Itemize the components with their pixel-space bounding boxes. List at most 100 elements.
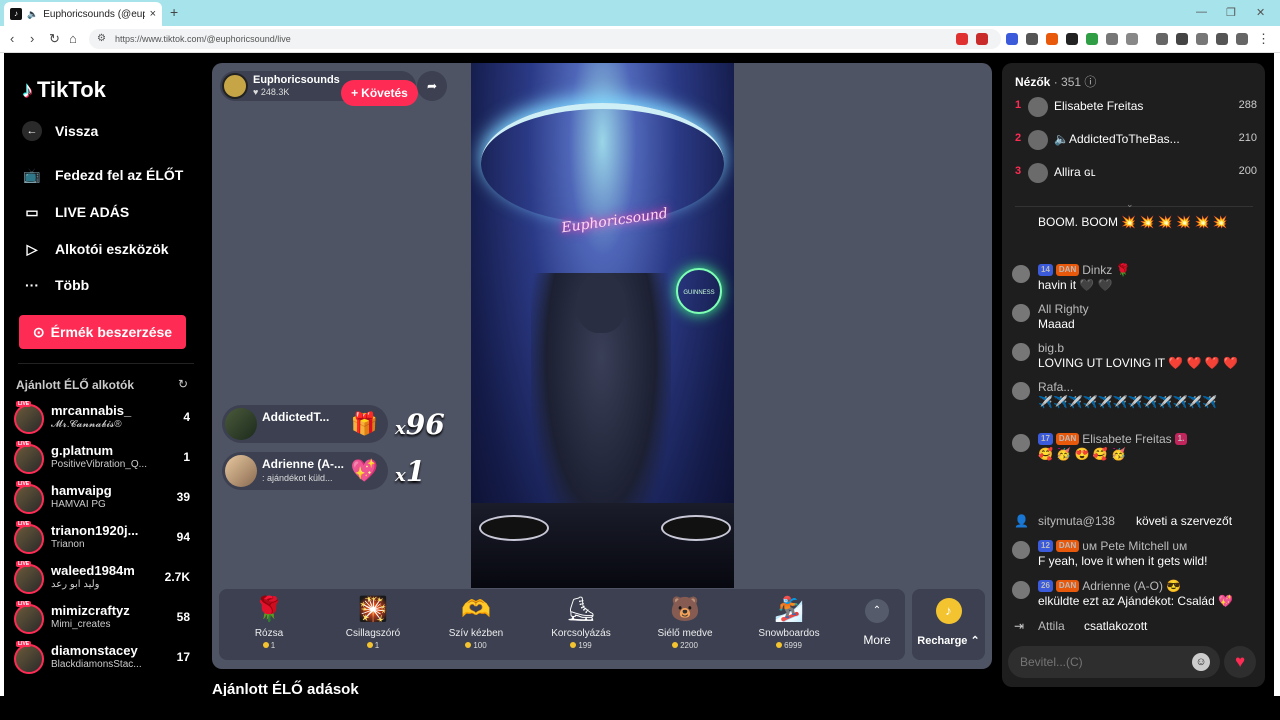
chat-avatar[interactable] xyxy=(1012,265,1030,283)
like-heart-button[interactable]: ♥ xyxy=(1224,646,1256,678)
top-viewer-row[interactable]: 1 Elisabete Freitas 288 xyxy=(1012,94,1257,120)
logo-text: TikTok xyxy=(37,77,106,102)
back-label: Vissza xyxy=(55,123,99,139)
tiktok-logo[interactable]: ♪ TikTok xyxy=(22,77,106,103)
taskbar-gap xyxy=(0,696,1280,720)
back-link[interactable]: ← Vissza xyxy=(22,121,98,141)
extension-color-icon[interactable] xyxy=(1086,33,1098,45)
extension-a-icon[interactable] xyxy=(976,33,988,45)
new-tab-button[interactable]: + xyxy=(170,4,178,20)
nav-label: Több xyxy=(55,277,90,293)
sidebar-toggle-icon[interactable] xyxy=(1176,33,1188,45)
chat-username[interactable]: Rafa... xyxy=(1038,380,1073,394)
creator-name: mrcannabis_ xyxy=(51,403,132,418)
chat-username[interactable]: All Righty xyxy=(1038,302,1089,316)
downloads-icon[interactable] xyxy=(1216,33,1228,45)
creator-item[interactable]: LIVE mrcannabis_ 𝓜𝓻.𝓒𝓪𝓷𝓷𝓪𝓫𝓲𝓼® 4 xyxy=(14,401,194,437)
level-badge: 17 xyxy=(1038,433,1053,445)
screenshot-icon[interactable] xyxy=(1196,33,1208,45)
extension-tool-icon[interactable] xyxy=(1026,33,1038,45)
gift-bar: 🌹 Rózsa 1 🎇 Csillagszóró 1 🫶 Szív kézben 100 ⛸ Kor… xyxy=(219,589,905,660)
extension-shield-icon[interactable] xyxy=(956,33,968,45)
extension-puzzle-icon[interactable] xyxy=(1106,33,1118,45)
nav-more[interactable]: ··· Több xyxy=(22,275,89,295)
follow-button[interactable]: + Követés xyxy=(341,80,418,106)
creator-viewer-count: 17 xyxy=(176,650,190,664)
combo-count: 96 xyxy=(405,408,445,441)
browser-tab[interactable]: ♪ 🔈 Euphoricsounds (@euphoricso × xyxy=(4,2,162,26)
emoji-icon[interactable]: ☺ xyxy=(1192,653,1210,671)
viewers-header[interactable]: Nézők · 351 ⓘ xyxy=(1015,73,1096,90)
get-coins-button[interactable]: ⊙ Érmék beszerzése xyxy=(19,315,186,349)
suggested-creators-title: Ajánlott ÉLŐ alkotók xyxy=(16,378,135,392)
chat-avatar[interactable] xyxy=(1012,541,1030,559)
live-video[interactable]: Euphoricsound GUINNESS xyxy=(471,63,734,588)
creator-name: mimizcraftyz xyxy=(51,603,130,618)
creator-item[interactable]: LIVE mimizcraftyz Mimi_creates 58 xyxy=(14,601,194,637)
gift-item[interactable]: 🏂 Snowboardos 6999 xyxy=(741,595,837,655)
profile-icon[interactable] xyxy=(1236,33,1248,45)
minimize-button[interactable]: — xyxy=(1196,6,1207,18)
expand-chevron-icon[interactable]: ⌄ xyxy=(1126,199,1134,210)
share-button[interactable]: ➦ xyxy=(417,71,447,101)
top-viewer-row[interactable]: 2 🔈AddictedToTheBas... 210 xyxy=(1012,127,1257,153)
extension-dark-icon[interactable] xyxy=(1066,33,1078,45)
creator-viewer-count: 2.7K xyxy=(164,570,190,584)
tab-close-icon[interactable]: × xyxy=(150,8,156,20)
chat-avatar[interactable] xyxy=(1012,304,1030,322)
extension-translate-icon[interactable] xyxy=(1006,33,1018,45)
url-field[interactable]: ⚙ https://www.tiktok.com/@euphoricsound/… xyxy=(89,29,1001,49)
creator-item[interactable]: LIVE diamonstacey BlackdiamonsStac... 17 xyxy=(14,641,194,677)
chat-text: 🥰 🥳 😍 🥰 🥳 xyxy=(1038,447,1127,461)
chat-username[interactable]: Elisabete Freitas xyxy=(1082,432,1171,446)
nav-explore-live[interactable]: 📺 Fedezd fel az ÉLŐT xyxy=(22,165,183,185)
close-window-button[interactable]: ✕ xyxy=(1256,6,1265,19)
chat-avatar[interactable] xyxy=(1012,434,1030,452)
divider xyxy=(18,363,194,364)
event-user[interactable]: Attila xyxy=(1038,619,1065,633)
gift-item[interactable]: 🎇 Csillagszóró 1 xyxy=(325,595,421,655)
chevron-up-icon: ⌃ xyxy=(970,635,980,647)
creator-item[interactable]: LIVE trianon1920j... Trianon 94 xyxy=(14,521,194,557)
creator-item[interactable]: LIVE g.platnum PositiveVibration_Q... 1 xyxy=(14,441,194,477)
gift-price: 2200 xyxy=(637,641,733,650)
refresh-icon[interactable]: ↻ xyxy=(178,377,188,391)
share-arrow-icon: ➦ xyxy=(426,79,438,93)
back-arrow-icon[interactable]: ‹ xyxy=(10,32,14,46)
extension-box-icon[interactable] xyxy=(1126,33,1138,45)
maximize-button[interactable]: ❐ xyxy=(1226,6,1236,19)
extension-hls-icon[interactable] xyxy=(1046,33,1058,45)
forward-arrow-icon[interactable]: › xyxy=(30,32,34,46)
creator-item[interactable]: LIVE waleed1984m وليد ابو رعد 2.7K xyxy=(14,561,194,597)
reload-icon[interactable]: ↻ xyxy=(49,32,60,46)
chat-username[interactable]: big.b xyxy=(1038,341,1064,355)
creator-name: trianon1920j... xyxy=(51,523,139,538)
chat-avatar[interactable] xyxy=(1012,343,1030,361)
gift-alert: Adrienne (A-... : ajándékot küld... 💖 xyxy=(222,452,388,490)
gift-item[interactable]: 🐻 Siélő medve 2200 xyxy=(637,595,733,655)
creator-item[interactable]: LIVE hamvaipg HAMVAI PG 39 xyxy=(14,481,194,517)
top-viewer-row[interactable]: 3 Allira ɢʟ 200 xyxy=(1012,160,1257,186)
gift-item[interactable]: 🫶 Szív kézben 100 xyxy=(428,595,524,655)
gift-item[interactable]: ⛸ Korcsolyázás 199 xyxy=(533,595,629,655)
level-badge: 14 xyxy=(1038,264,1053,276)
host-info[interactable]: Euphoricsounds ♥ 248.3K + Követés xyxy=(220,71,418,106)
event-user[interactable]: sitymuta@138 xyxy=(1038,514,1115,528)
chat-avatar[interactable] xyxy=(1012,581,1030,599)
gift-price: 6999 xyxy=(741,641,837,650)
nav-live[interactable]: ▭ LIVE ADÁS xyxy=(22,202,129,222)
gift-item[interactable]: 🌹 Rózsa 1 xyxy=(221,595,317,655)
bookmark-icon[interactable]: ⌂ xyxy=(69,32,77,46)
media-icon[interactable] xyxy=(1156,33,1168,45)
site-info-icon[interactable]: ⚙ xyxy=(97,29,106,49)
chat-username[interactable]: Dinkz 🌹 xyxy=(1082,263,1130,277)
more-gifts-button[interactable]: ⌃ More xyxy=(852,599,902,647)
viewer-name: 🔈AddictedToTheBas... xyxy=(1054,132,1180,146)
recharge-button[interactable]: ♪ Recharge ⌃ xyxy=(912,589,985,660)
nav-creator-tools[interactable]: ▷ Alkotói eszközök xyxy=(22,239,169,259)
chat-username[interactable]: ᴜᴍ Pete Mitchell ᴜᴍ xyxy=(1082,539,1187,553)
chat-input[interactable] xyxy=(1008,646,1220,678)
menu-icon[interactable]: ⋮ xyxy=(1257,32,1270,46)
chat-username[interactable]: Adrienne (A-O) 😎 xyxy=(1082,579,1181,593)
chat-avatar[interactable] xyxy=(1012,382,1030,400)
